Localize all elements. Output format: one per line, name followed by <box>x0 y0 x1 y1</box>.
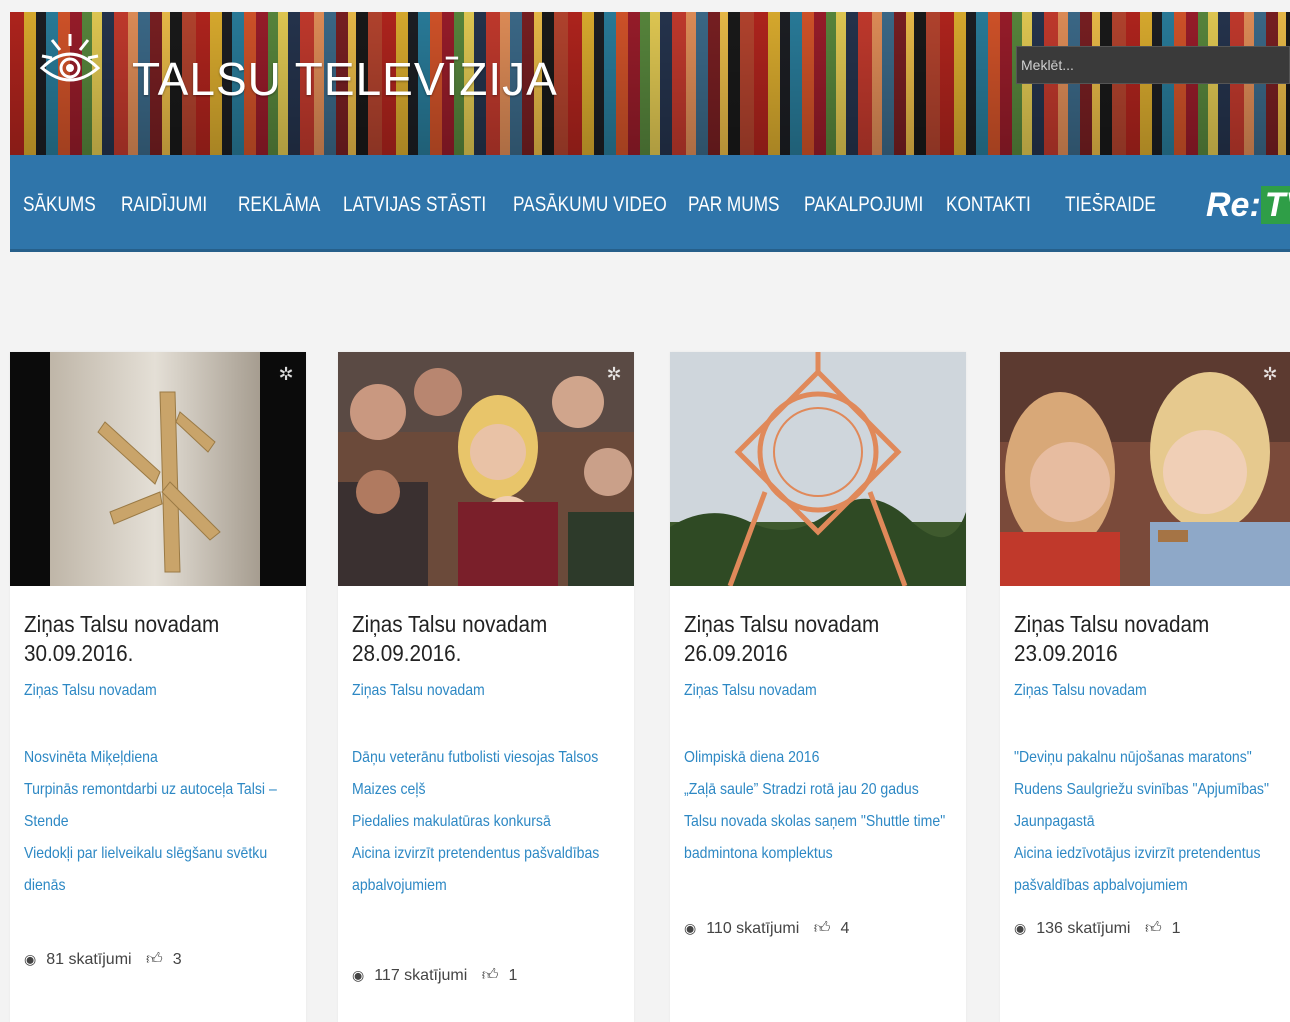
video-thumbnail[interactable]: ✲ <box>10 352 306 586</box>
like-count: 4 <box>840 920 850 937</box>
card-stats: ◉ 81 skatījumi 👍︎ 3 <box>24 950 192 969</box>
card-story-list: Nosvinēta Miķeļdiena Turpinās remontdarb… <box>24 742 304 902</box>
site-title[interactable]: TALSU TELEVĪZIJA <box>132 52 558 106</box>
card-title[interactable]: Ziņas Talsu novadam 23.09.2016 <box>1014 610 1257 668</box>
story-link[interactable]: Aicina iedzīvotājus izvirzīt pretendentu… <box>1014 838 1282 902</box>
story-link[interactable]: Piedalies makulatūras konkursā <box>352 806 598 838</box>
story-link[interactable]: Olimpiskā diena 2016 <box>684 742 930 774</box>
nav-item-raidijumi[interactable]: RAIDĪJUMI <box>121 193 207 217</box>
story-link[interactable]: Dāņu veterānu futbolisti viesojas Talsos <box>352 742 598 774</box>
card-stats: ◉ 110 skatījumi 👍︎ 4 <box>684 919 859 938</box>
thumbs-up-icon[interactable]: 👍︎ <box>1145 920 1162 937</box>
card-title-date: 30.09.2016. <box>24 640 134 666</box>
search-input[interactable]: Meklēt... <box>1016 46 1290 84</box>
card-title-line1: Ziņas Talsu novadam <box>684 611 880 637</box>
eye-icon: ◉ <box>352 967 365 983</box>
eye-icon: ◉ <box>1014 920 1027 936</box>
eye-logo-icon[interactable] <box>38 30 102 94</box>
eye-logo-badge-icon: ✲ <box>278 364 294 384</box>
card-stats: ◉ 136 skatījumi 👍︎ 1 <box>1014 919 1191 938</box>
card-title-date: 23.09.2016 <box>1014 640 1118 666</box>
retv-re-text: Re: <box>1206 186 1261 224</box>
story-link[interactable]: Aicina izvirzīt pretendentus pašvaldības… <box>352 838 620 902</box>
card-category-link[interactable]: Ziņas Talsu novadam <box>352 682 485 700</box>
thumbs-up-icon[interactable]: 👍︎ <box>814 920 831 937</box>
eye-icon: ◉ <box>684 920 697 936</box>
retv-logo[interactable]: Re:TV <box>1206 186 1290 225</box>
story-link[interactable]: „Zaļā saule” Stradzi rotā jau 20 gadus <box>684 774 930 806</box>
story-link[interactable]: Nosvinēta Miķeļdiena <box>24 742 270 774</box>
news-card[interactable]: ✲ Ziņas Talsu novadam 28.09.2016. Ziņas … <box>338 352 634 1022</box>
card-title-date: 26.09.2016 <box>684 640 788 666</box>
card-title-line1: Ziņas Talsu novadam <box>352 611 548 637</box>
card-title-line1: Ziņas Talsu novadam <box>1014 611 1210 637</box>
like-count: 3 <box>172 951 182 968</box>
story-link[interactable]: Turpinās remontdarbi uz autoceļa Talsi –… <box>24 774 292 838</box>
card-title[interactable]: Ziņas Talsu novadam 28.09.2016. <box>352 610 595 668</box>
video-thumbnail[interactable]: ✲ <box>338 352 634 586</box>
nav-item-reklama[interactable]: REKLĀMA <box>238 193 320 217</box>
eye-logo-badge-icon: ✲ <box>1262 364 1278 384</box>
view-count: 117 skatījumi <box>374 967 468 984</box>
news-card[interactable]: Ziņas Talsu novadam 26.09.2016 Ziņas Tal… <box>670 352 966 1022</box>
card-title-date: 28.09.2016. <box>352 640 462 666</box>
card-category-link[interactable]: Ziņas Talsu novadam <box>24 682 157 700</box>
video-thumbnail[interactable]: ✲ <box>1000 352 1290 586</box>
video-thumbnail[interactable] <box>670 352 966 586</box>
story-link[interactable]: "Deviņu pakalnu nūjošanas maratons" <box>1014 742 1260 774</box>
site-header: TALSU TELEVĪZIJA Meklēt... <box>10 12 1290 155</box>
card-title[interactable]: Ziņas Talsu novadam 30.09.2016. <box>24 610 267 668</box>
retv-tv-text: TV <box>1260 186 1290 224</box>
card-title[interactable]: Ziņas Talsu novadam 26.09.2016 <box>684 610 927 668</box>
news-card[interactable]: ✲ Ziņas Talsu novadam 23.09.2016 Ziņas T… <box>1000 352 1290 1022</box>
like-count: 1 <box>508 967 518 984</box>
story-link[interactable]: Rudens Saulgriežu svinības "Apjumības" J… <box>1014 774 1282 838</box>
nav-item-par-mums[interactable]: PAR MUMS <box>688 193 780 217</box>
main-navigation: SĀKUMS RAIDĪJUMI REKLĀMA LATVIJAS STĀSTI… <box>10 155 1290 252</box>
thumbs-up-icon[interactable]: 👍︎ <box>146 951 163 968</box>
view-count: 136 skatījumi <box>1036 920 1131 937</box>
view-count: 110 skatījumi <box>706 920 800 937</box>
story-link[interactable]: Maizes ceļš <box>352 774 598 806</box>
card-title-line1: Ziņas Talsu novadam <box>24 611 220 637</box>
nav-item-latvijas-stasti[interactable]: LATVIJAS STĀSTI <box>343 193 486 217</box>
thumbs-up-icon[interactable]: 👍︎ <box>482 967 499 984</box>
card-story-list: Olimpiskā diena 2016 „Zaļā saule” Stradz… <box>684 742 964 870</box>
nav-item-pakalpojumi[interactable]: PAKALPOJUMI <box>804 193 923 217</box>
story-link[interactable]: Viedokļi par lielveikalu slēgšanu svētku… <box>24 838 292 902</box>
nav-item-kontakti[interactable]: KONTAKTI <box>946 193 1031 217</box>
nav-item-sakums[interactable]: SĀKUMS <box>23 193 96 217</box>
card-story-list: "Deviņu pakalnu nūjošanas maratons" Rude… <box>1014 742 1290 902</box>
news-card[interactable]: ✲ Ziņas Talsu novadam 30.09.2016. Ziņas … <box>10 352 306 1022</box>
eye-logo-badge-icon: ✲ <box>606 364 622 384</box>
card-story-list: Dāņu veterānu futbolisti viesojas Talsos… <box>352 742 632 902</box>
nav-item-pasakumu-video[interactable]: PASĀKUMU VIDEO <box>513 193 667 217</box>
card-stats: ◉ 117 skatījumi 👍︎ 1 <box>352 966 527 985</box>
like-count: 1 <box>1171 920 1181 937</box>
view-count: 81 skatījumi <box>46 951 132 968</box>
story-link[interactable]: Talsu novada skolas saņem "Shuttle time"… <box>684 806 952 870</box>
eye-icon: ◉ <box>24 951 37 967</box>
card-category-link[interactable]: Ziņas Talsu novadam <box>1014 682 1147 700</box>
nav-item-tiesraide[interactable]: TIEŠRAIDE <box>1065 193 1156 217</box>
card-category-link[interactable]: Ziņas Talsu novadam <box>684 682 817 700</box>
